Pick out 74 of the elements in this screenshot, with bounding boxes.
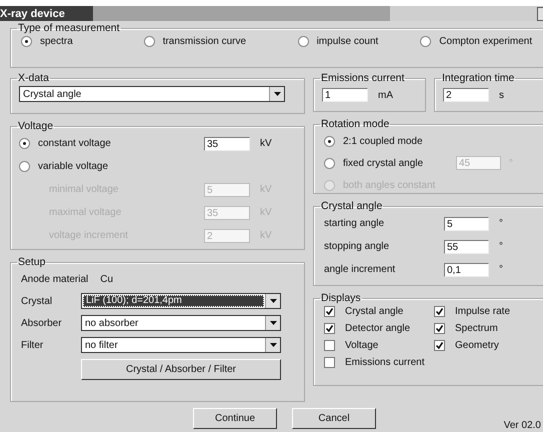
radio-button[interactable]: [298, 36, 309, 47]
radio-button[interactable]: [324, 136, 335, 146]
radio-button[interactable]: [420, 36, 432, 47]
field-label: Anode material: [21, 274, 88, 284]
integration-time-field[interactable]: 2: [443, 88, 489, 102]
anode-value: Cu: [100, 274, 114, 284]
dropdown-caret-icon[interactable]: [265, 316, 280, 330]
checkbox-label: Emissions current: [345, 357, 424, 368]
field-label: starting angle: [324, 218, 386, 229]
group-title: Setup: [17, 256, 46, 268]
radio-label: variable voltage: [38, 161, 108, 172]
radio-button[interactable]: [21, 36, 32, 47]
angle-field[interactable]: 55: [444, 240, 489, 254]
radio-label: fixed crystal angle: [343, 158, 424, 168]
radio-button[interactable]: [324, 158, 335, 168]
radio-label: 2:1 coupled mode: [343, 136, 423, 146]
field-label: angle increment: [324, 264, 396, 275]
group-title: Crystal angle: [320, 200, 384, 212]
checkbox-label: Geometry: [455, 340, 499, 351]
field-label: Filter: [21, 340, 44, 350]
group-title: Type of measurement: [17, 22, 121, 34]
unit-label: mA: [378, 90, 393, 100]
dialog-button[interactable]: Cancel: [292, 408, 376, 429]
field-label: Absorber: [21, 318, 63, 328]
group-title: Integration time: [441, 72, 516, 84]
group-title: Displays: [320, 292, 362, 304]
group-title: Rotation mode: [320, 118, 390, 130]
checkbox[interactable]: [434, 340, 445, 351]
unit-label: s: [499, 90, 504, 100]
unit-label: °: [499, 241, 503, 252]
radio-label: impulse count: [316, 36, 378, 47]
group-title: Emissions current: [320, 72, 406, 84]
dropdown-caret-icon[interactable]: [269, 87, 284, 101]
radio-button[interactable]: [19, 161, 30, 172]
checkbox-label: Spectrum: [455, 323, 498, 334]
checkbox[interactable]: [324, 323, 335, 334]
checkbox[interactable]: [324, 340, 335, 351]
checkbox[interactable]: [324, 357, 335, 368]
angle-field[interactable]: 5: [444, 216, 489, 230]
dropdown-caret-icon[interactable]: [265, 294, 280, 308]
unit-label: °: [509, 158, 513, 168]
field-label: stopping angle: [324, 241, 390, 252]
dropdown-caret-icon[interactable]: [265, 338, 280, 352]
checkbox[interactable]: [434, 323, 445, 334]
checkbox[interactable]: [324, 306, 335, 317]
group-title: Voltage: [17, 120, 54, 132]
window-title: X-ray device: [0, 6, 93, 21]
field-label: Crystal: [21, 296, 54, 306]
unit-label: kV: [260, 138, 272, 149]
radio-label: constant voltage: [38, 138, 111, 149]
crystal-absorber-filter-button[interactable]: Crystal / Absorber / Filter: [81, 359, 281, 380]
emissions-current-field[interactable]: 1: [322, 88, 368, 102]
checkbox[interactable]: [434, 306, 445, 317]
dialog-button[interactable]: Continue: [193, 408, 277, 429]
angle-field[interactable]: 0,1: [444, 262, 489, 276]
radio-button[interactable]: [19, 138, 30, 149]
x-data-dropdown[interactable]: Crystal angle: [19, 86, 285, 102]
radio-label: spectra: [40, 36, 73, 47]
checkbox-label: Impulse rate: [455, 306, 510, 317]
checkbox-label: Voltage: [345, 340, 378, 351]
radio-button[interactable]: [144, 36, 155, 47]
version-label: Ver 02.0: [504, 420, 541, 431]
dropdown[interactable]: no filter: [81, 337, 281, 353]
dropdown[interactable]: no absorber: [81, 315, 281, 331]
voltage-field[interactable]: 35: [204, 136, 250, 150]
dropdown[interactable]: LiF (100); d=201,4pm: [81, 293, 281, 309]
unit-label: °: [499, 218, 503, 229]
checkbox-label: Crystal angle: [345, 306, 404, 317]
radio-label: transmission curve: [162, 36, 246, 47]
checkbox-label: Detector angle: [345, 323, 410, 334]
radio-label: Compton experiment: [439, 36, 532, 47]
close-icon[interactable]: [537, 7, 543, 21]
unit-label: °: [499, 264, 503, 275]
group-title: X-data: [17, 72, 50, 84]
